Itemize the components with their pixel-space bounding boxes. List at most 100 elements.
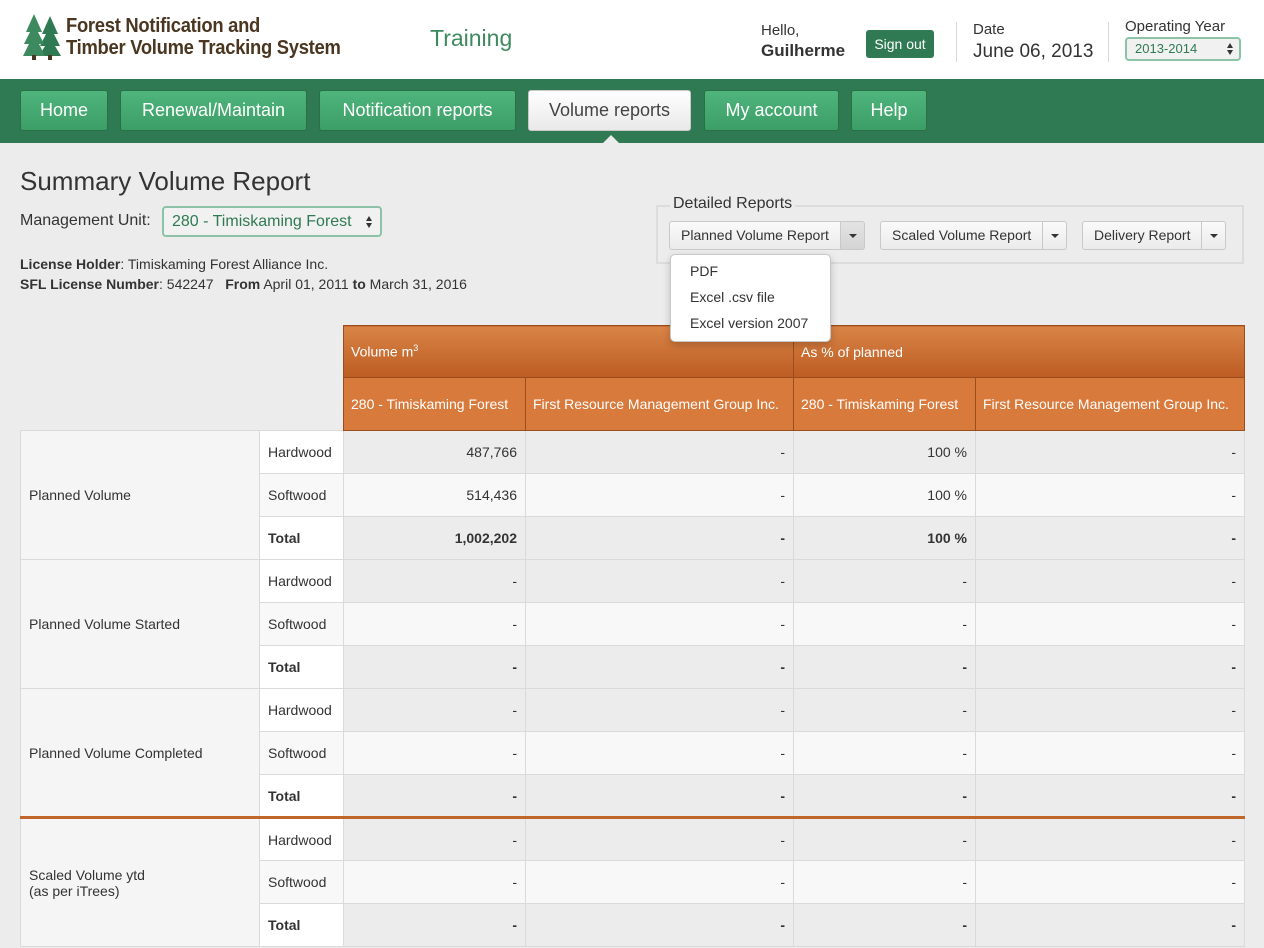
planned-volume-report-button[interactable]: Planned Volume Report [669,221,841,250]
row-group-label: Planned Volume Started [20,559,260,689]
value-cell: - [525,903,794,947]
row-group-label: Scaled Volume ytd (as per iTrees) [20,816,260,947]
summary-volume-table: Volume m3 As % of planned 280 - Timiskam… [20,325,1245,947]
report-format-menu: PDF Excel .csv file Excel version 2007 [670,254,831,342]
table-row: Scaled Volume ytd (as per iTrees) Hardwood… [20,816,1245,947]
main-nav: Home Renewal/Maintain Notification repor… [0,79,1264,143]
delivery-report-dropdown-toggle[interactable] [1202,221,1227,250]
value-cell: - [525,473,794,517]
value-cell: - [975,731,1245,775]
table-corner [21,326,344,378]
table-corner [21,378,344,431]
nav-my-account[interactable]: My account [704,90,839,131]
menu-item-pdf[interactable]: PDF [671,260,830,286]
planned-volume-report-split: Planned Volume Report [669,221,865,250]
user-name: Guilherme [761,41,846,60]
value-cell: - [525,430,794,474]
management-unit-select[interactable]: 280 - Timiskaming Forest [162,206,382,237]
nav-volume-reports[interactable]: Volume reports [528,90,691,131]
management-unit-value: 280 - Timiskaming Forest [172,213,352,230]
delivery-report-button[interactable]: Delivery Report [1082,221,1203,250]
row-group-subtitle: (as per iTrees) [29,882,120,899]
operating-year-value: 2013-2014 [1135,41,1198,56]
nav-home[interactable]: Home [20,90,108,131]
value-cell: - [793,602,976,646]
wood-type-cell: Hardwood [259,816,344,861]
wood-type-cell: Hardwood [259,559,344,603]
page-title: Summary Volume Report [20,166,311,196]
value-cell: - [793,688,976,732]
value-cell: - [525,602,794,646]
scaled-volume-report-split: Scaled Volume Report [880,221,1068,250]
nav-renewal-maintain[interactable]: Renewal/Maintain [120,90,307,131]
table-row: Planned Volume Started Hardwood - - - - [20,559,1245,689]
value-cell: - [793,731,976,775]
value-cell: - [975,602,1245,646]
sign-out-button[interactable]: Sign out [866,30,934,58]
value-cell: - [525,860,794,904]
from-label: From [225,276,261,292]
value-cell: - [343,903,526,947]
value-cell: - [975,516,1245,560]
value-cell: - [525,816,794,861]
wood-type-cell: Softwood [259,602,344,646]
wood-type-cell: Softwood [259,731,344,775]
operating-year-select[interactable]: 2013-2014 [1125,37,1241,61]
value-cell: - [793,774,976,818]
header-divider [956,22,957,62]
active-tab-caret-icon [603,135,619,143]
menu-item-excel-2007[interactable]: Excel version 2007 [671,312,830,338]
value-cell: - [975,559,1245,603]
column-header: First Resource Management Group Inc. [975,377,1245,431]
wood-type-cell: Total [259,903,344,947]
value-cell: - [793,559,976,603]
column-header: 280 - Timiskaming Forest [343,377,526,431]
value-cell: - [525,559,794,603]
value-cell: - [343,860,526,904]
column-header: First Resource Management Group Inc. [525,377,794,431]
row-group-label: Planned Volume [20,430,260,560]
value-cell: - [525,731,794,775]
date-label: Date [973,21,1005,38]
row-group-label: Planned Volume Completed [20,688,260,818]
menu-item-excel-csv[interactable]: Excel .csv file [671,286,830,312]
volume-header-label: Volume m [351,343,414,360]
value-cell: - [793,903,976,947]
row-group-title: Planned Volume Started [29,616,180,632]
to-date: March 31, 2016 [369,276,467,292]
wood-type-cell: Total [259,645,344,689]
nav-help[interactable]: Help [851,90,927,131]
header-divider [1108,22,1109,62]
wood-type-cell: Hardwood [259,688,344,732]
operating-year-label: Operating Year [1125,18,1226,35]
value-cell: 514,436 [343,473,526,517]
scaled-volume-report-dropdown-toggle[interactable] [1043,221,1068,250]
value-cell: 100 % [793,430,976,474]
row-group-title: Scaled Volume ytd [29,866,145,883]
planned-volume-report-dropdown-toggle[interactable] [840,221,865,250]
nav-notification-reports[interactable]: Notification reports [319,90,516,131]
value-cell: - [975,645,1245,689]
percent-group-header: As % of planned [793,325,1245,378]
environment-label: Training [430,25,513,51]
app-title-line1: Forest Notification and [66,15,261,37]
detailed-reports-legend: Detailed Reports [670,195,796,213]
value-cell: - [343,602,526,646]
greeting-text: Hello, [761,22,800,39]
wood-type-cell: Total [259,774,344,818]
value-cell: - [525,516,794,560]
select-arrows-icon [366,215,373,229]
volume-header-unit-sup: 3 [413,343,419,354]
table-row: Planned Volume Hardwood 487,766-100 % - [20,430,1245,560]
wood-type-cell: Hardwood [259,430,344,474]
value-cell: 487,766 [343,430,526,474]
value-cell: - [975,860,1245,904]
operating-year: Operating Year 2013-2014 [1125,18,1241,61]
value-cell: 1,002,202 [343,516,526,560]
column-header: 280 - Timiskaming Forest [793,377,976,431]
delivery-report-split: Delivery Report [1082,221,1227,250]
sfl-license-number: : 542247 [159,276,214,292]
scaled-volume-report-button[interactable]: Scaled Volume Report [880,221,1044,250]
sfl-license-label: SFL License Number [20,276,160,292]
value-cell: - [343,731,526,775]
